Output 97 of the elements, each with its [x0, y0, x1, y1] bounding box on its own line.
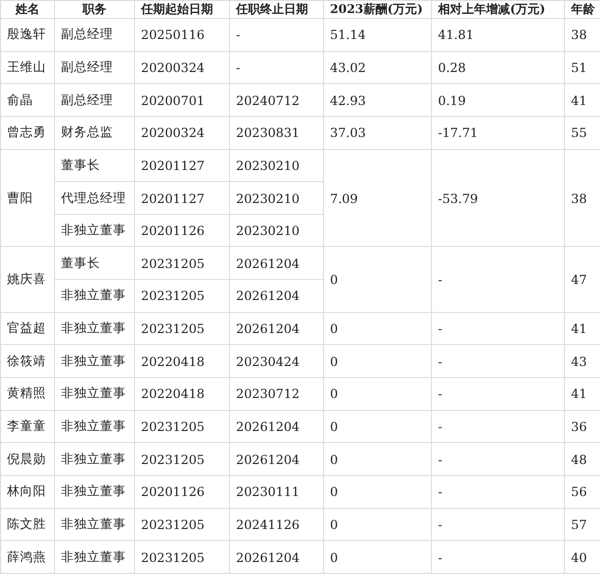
table-cell: 20231205 — [134, 246, 230, 280]
table-cell: 俞晶 — [0, 84, 54, 116]
column-header: 任期起始日期 — [134, 0, 230, 18]
table-cell: 副总经理 — [54, 51, 134, 84]
table-cell: 41.81 — [432, 18, 564, 52]
table-cell: 0 — [324, 442, 432, 476]
table-cell: 20201126 — [134, 475, 230, 508]
table-cell: 20200701 — [134, 84, 230, 116]
table-cell: 曾志勇 — [0, 116, 54, 150]
table-cell: 非独立董事 — [54, 214, 134, 247]
table-cell: - — [432, 246, 564, 312]
table-cell: - — [432, 442, 564, 476]
table-cell: 黄精照 — [0, 378, 54, 410]
table-cell: 20261204 — [230, 442, 324, 476]
column-header: 职务 — [54, 0, 134, 18]
table-cell: 徐筱靖 — [0, 344, 54, 378]
table-cell: - — [432, 312, 564, 345]
table-cell: 财务总监 — [54, 116, 134, 150]
table-cell: 42.93 — [324, 84, 432, 116]
table-cell: 0 — [324, 378, 432, 410]
table-cell: - — [432, 508, 564, 541]
table-cell: 20231205 — [134, 442, 230, 476]
table-cell: 非独立董事 — [54, 475, 134, 508]
table-cell: 0 — [324, 344, 432, 378]
table-cell: 非独立董事 — [54, 280, 134, 312]
table-cell: 0.19 — [432, 84, 564, 116]
table-cell: 43.02 — [324, 51, 432, 84]
table-cell: 倪晨勋 — [0, 442, 54, 476]
table-cell: 20241126 — [230, 508, 324, 541]
table-cell: 20220418 — [134, 378, 230, 410]
table-cell: 陈文胜 — [0, 508, 54, 541]
table-cell: 副总经理 — [54, 84, 134, 116]
table-cell: 20231205 — [134, 280, 230, 312]
table-cell: -17.71 — [432, 116, 564, 150]
column-header: 姓名 — [0, 0, 54, 18]
table-cell: 20230424 — [230, 344, 324, 378]
table-cell: 0 — [324, 508, 432, 541]
table-cell: 7.09 — [324, 149, 432, 247]
table-cell: 0 — [324, 312, 432, 345]
table-cell: 20261204 — [230, 540, 324, 574]
table-cell: 37.03 — [324, 116, 432, 150]
table-cell: 0 — [324, 246, 432, 312]
table-cell: 20201127 — [134, 182, 230, 214]
table-cell: 非独立董事 — [54, 410, 134, 443]
table-cell: 20231205 — [134, 508, 230, 541]
table-cell: 20201126 — [134, 214, 230, 247]
table-cell: 20231205 — [134, 410, 230, 443]
table-cell: 20200324 — [134, 51, 230, 84]
table-cell: - — [432, 410, 564, 443]
table-cell: 20220418 — [134, 344, 230, 378]
table-cell: 20261204 — [230, 410, 324, 443]
column-header: 年龄 — [564, 0, 600, 18]
table-cell: 非独立董事 — [54, 344, 134, 378]
table-cell: 20261204 — [230, 246, 324, 280]
table-cell: 0 — [324, 475, 432, 508]
table-cell: 董事长 — [54, 246, 134, 280]
table-cell: - — [432, 378, 564, 410]
table-cell: 20230712 — [230, 378, 324, 410]
table-cell: 非独立董事 — [54, 378, 134, 410]
table-cell: 非独立董事 — [54, 540, 134, 574]
table-cell: 20231205 — [134, 312, 230, 345]
table-cell: 51.14 — [324, 18, 432, 52]
column-header: 2023薪酬(万元) — [324, 0, 432, 18]
table-cell: 姚庆喜 — [0, 246, 54, 312]
table-cell: - — [230, 51, 324, 84]
table-cell: 李童童 — [0, 410, 54, 443]
column-header: 任职终止日期 — [230, 0, 324, 18]
table-cell: - — [432, 344, 564, 378]
table-cell: 20231205 — [134, 540, 230, 574]
table-cell: 20200324 — [134, 116, 230, 150]
table-cell: 林向阳 — [0, 475, 54, 508]
table-cell: 0 — [324, 410, 432, 443]
table-cell: - — [230, 18, 324, 52]
table-cell: 官益超 — [0, 312, 54, 345]
table-cell: 代理总经理 — [54, 182, 134, 214]
table-cell: 20261204 — [230, 312, 324, 345]
table-cell: 非独立董事 — [54, 442, 134, 476]
column-header: 相对上年增减(万元) — [432, 0, 564, 18]
table-cell: 20230831 — [230, 116, 324, 150]
table-cell: 董事长 — [54, 149, 134, 182]
table-cell: -53.79 — [432, 149, 564, 247]
table-cell: 非独立董事 — [54, 312, 134, 345]
table-cell: 20230210 — [230, 149, 324, 182]
table-cell: 20230111 — [230, 475, 324, 508]
table-cell: 薛鸿燕 — [0, 540, 54, 574]
table-cell: 20201127 — [134, 149, 230, 182]
table-cell: 非独立董事 — [54, 508, 134, 541]
table-cell: 0.28 — [432, 51, 564, 84]
table-cell: - — [432, 475, 564, 508]
table-cell: 副总经理 — [54, 18, 134, 52]
table-cell: 曹阳 — [0, 149, 54, 247]
table-cell: 20250116 — [134, 18, 230, 52]
table-cell: 20240712 — [230, 84, 324, 116]
table-cell: - — [432, 540, 564, 574]
table-cell: 殷逸轩 — [0, 18, 54, 52]
table-cell: 0 — [324, 540, 432, 574]
table-cell: 王维山 — [0, 51, 54, 84]
